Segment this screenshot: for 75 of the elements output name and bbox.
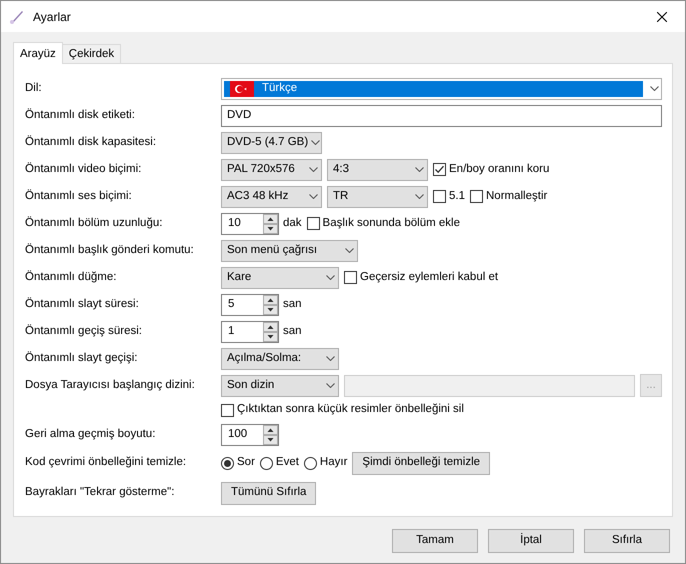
checkbox[interactable] (221, 404, 234, 416)
radio-button[interactable] (260, 456, 273, 470)
field-label: Öntanımlı ses biçimi: (25, 190, 132, 202)
text-field[interactable]: DVD (221, 104, 662, 126)
checkbox-label[interactable]: Çıktıktan sonra küçük resimler önbelleğini sil (237, 401, 464, 419)
checkbox[interactable] (306, 217, 320, 230)
chevron-down-icon (323, 275, 335, 280)
chevron-down-icon (412, 167, 424, 172)
radio-label[interactable]: Sor (237, 454, 255, 472)
field-label: Öntanımlı slayt geçişi: (25, 352, 138, 364)
dropdown[interactable]: 4:3 (327, 158, 428, 180)
spin-arrows-icon[interactable] (263, 294, 278, 314)
checkbox[interactable] (433, 163, 446, 176)
spin-arrows-icon[interactable] (263, 322, 278, 342)
checkbox-label[interactable]: Geçersiz eylemleri kabul et (360, 268, 498, 286)
spin-arrows-icon[interactable] (263, 424, 278, 444)
chevron-down-icon (323, 383, 335, 388)
tab[interactable]: Çekirdek (62, 44, 122, 63)
chevron-down-icon (323, 356, 335, 361)
field-label: Öntanımlı disk kapasitesi: (25, 136, 156, 148)
radio-button[interactable] (221, 456, 234, 470)
dialog-button[interactable]: Tamam (392, 529, 478, 553)
dropdown[interactable]: DVD-5 (4.7 GB) (221, 132, 322, 154)
radio-label[interactable]: Hayır (320, 454, 348, 472)
field-label: Öntanımlı başlık gönderi komutu: (25, 244, 194, 256)
field-label: Öntanımlı slayt süresi: (25, 298, 139, 310)
field-label: Öntanımlı geçiş süresi: (25, 324, 142, 337)
spin-box[interactable]: 100 (221, 424, 279, 446)
chevron-down-icon (342, 248, 354, 253)
field-label: Geri alma geçmiş boyutu: (25, 428, 156, 440)
field-label: Öntanımlı disk etiketi: (25, 108, 135, 121)
unit-label: dak (283, 216, 302, 231)
spin-box[interactable]: 5 (221, 294, 279, 316)
dialog-button[interactable]: Sıfırla (584, 529, 670, 553)
tab[interactable]: Arayüz (13, 42, 63, 64)
dropdown[interactable]: Son dizin (221, 374, 339, 396)
dropdown[interactable]: Türkçe (221, 78, 662, 100)
field-label: Öntanımlı bölüm uzunluğu: (25, 216, 162, 229)
checkbox-label[interactable]: 5.1 (449, 188, 465, 206)
checkbox[interactable] (344, 271, 357, 284)
checkbox[interactable] (433, 190, 446, 203)
field-label: Dosya Tarayıcısı başlangıç dizini: (25, 378, 195, 391)
unit-label: san (283, 324, 302, 339)
close-icon (657, 12, 667, 22)
quill-icon (9, 8, 25, 24)
chevron-down-icon (308, 140, 320, 145)
action-button[interactable]: Tümünü Sıfırla (221, 482, 316, 504)
dropdown[interactable]: Açılma/Solma: (221, 348, 339, 370)
dropdown[interactable]: TR (327, 186, 428, 208)
checkbox-label[interactable]: Normalleştir (486, 188, 548, 206)
dropdown[interactable]: Son menü çağrısı (221, 240, 358, 262)
action-button[interactable]: Şimdi önbelleği temizle (352, 452, 490, 474)
chevron-down-icon (647, 86, 659, 91)
spin-box[interactable]: 1 (221, 320, 279, 342)
checkbox-label[interactable]: En/boy oranını koru (449, 160, 550, 178)
field-label: Dil: (25, 82, 42, 94)
chevron-down-icon (306, 194, 318, 199)
window-title: Ayarlar (33, 8, 71, 26)
chevron-down-icon (412, 194, 424, 199)
dropdown[interactable]: PAL 720x576 (221, 158, 322, 180)
dropdown[interactable]: Kare (221, 266, 339, 288)
checkbox[interactable] (470, 190, 483, 203)
field-label: Öntanımlı düğme: (25, 270, 116, 283)
chevron-down-icon (306, 167, 318, 172)
radio-label[interactable]: Evet (276, 454, 299, 472)
field-label: Bayrakları "Tekrar gösterme": (25, 486, 174, 498)
spin-box[interactable]: 10 (221, 212, 279, 234)
dialog-button[interactable]: İptal (488, 529, 574, 553)
radio-button[interactable] (304, 456, 317, 470)
field-label: Öntanımlı video biçimi: (25, 162, 142, 175)
checkbox-label[interactable]: Başlık sonunda bölüm ekle (322, 214, 460, 232)
spin-arrows-icon[interactable] (263, 214, 278, 234)
dropdown[interactable]: AC3 48 kHz (221, 186, 322, 208)
unit-label: san (283, 296, 302, 312)
field-label: Kod çevrimi önbelleğini temizle: (25, 456, 186, 468)
